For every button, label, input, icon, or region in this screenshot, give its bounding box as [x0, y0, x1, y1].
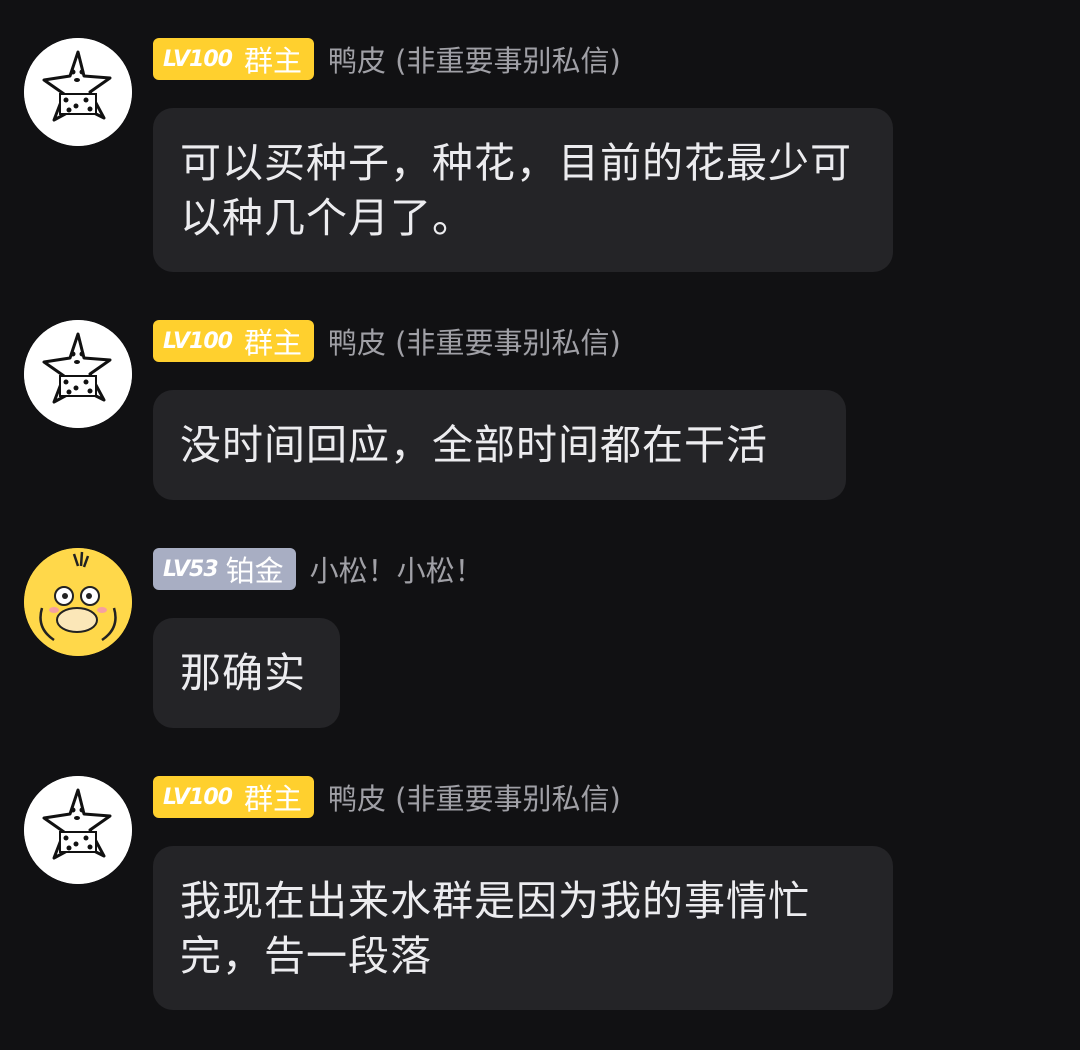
level-badge: LV100 群主 [153, 38, 314, 80]
message-text: 我现在出来水群是因为我的事情忙完，告一段落 [180, 877, 810, 980]
chat-message: LV100 群主 鸭皮 (非重要事别私信) 我现在出来水群是因为我的事情忙完，告… [0, 776, 1080, 1010]
message-header: LV100 群主 鸭皮 (非重要事别私信) [153, 38, 621, 80]
message-bubble[interactable]: 我现在出来水群是因为我的事情忙完，告一段落 [153, 846, 893, 1010]
level-label: LV53 [163, 556, 219, 582]
chat-message: LV100 群主 鸭皮 (非重要事别私信) 可以买种子，种花，目前的花最少可以种… [0, 38, 1080, 272]
level-label: LV100 [163, 328, 233, 354]
user-avatar[interactable] [24, 38, 132, 146]
chat-message-list: LV100 群主 鸭皮 (非重要事别私信) 可以买种子，种花，目前的花最少可以种… [0, 0, 1080, 1050]
message-header: LV100 群主 鸭皮 (非重要事别私信) [153, 320, 621, 362]
level-label: LV100 [163, 784, 233, 810]
message-text: 没时间回应，全部时间都在干活 [180, 421, 768, 469]
starfish-avatar-icon [24, 38, 132, 146]
message-bubble[interactable]: 可以买种子，种花，目前的花最少可以种几个月了。 [153, 108, 893, 272]
starfish-avatar-icon [24, 776, 132, 884]
level-label: LV100 [163, 46, 233, 72]
level-badge: LV53 铂金 [153, 548, 296, 590]
message-text: 可以买种子，种花，目前的花最少可以种几个月了。 [180, 139, 852, 242]
sender-nickname[interactable]: 鸭皮 (非重要事别私信) [328, 320, 621, 362]
user-avatar[interactable] [24, 548, 132, 656]
role-label: 群主 [243, 782, 302, 816]
message-bubble[interactable]: 没时间回应，全部时间都在干活 [153, 390, 846, 500]
chat-message: LV53 铂金 小松！小松！ 那确实 [0, 548, 1080, 728]
psyduck-avatar-icon [24, 548, 132, 656]
message-header: LV100 群主 鸭皮 (非重要事别私信) [153, 776, 621, 818]
user-avatar[interactable] [24, 776, 132, 884]
message-header: LV53 铂金 小松！小松！ [153, 548, 484, 590]
chat-message: LV100 群主 鸭皮 (非重要事别私信) 没时间回应，全部时间都在干活 [0, 320, 1080, 500]
sender-nickname[interactable]: 鸭皮 (非重要事别私信) [328, 776, 621, 818]
level-badge: LV100 群主 [153, 320, 314, 362]
role-label: 铂金 [225, 554, 284, 588]
message-bubble[interactable]: 那确实 [153, 618, 340, 728]
message-text: 那确实 [180, 649, 306, 697]
sender-nickname[interactable]: 鸭皮 (非重要事别私信) [328, 38, 621, 80]
role-label: 群主 [243, 326, 302, 360]
starfish-avatar-icon [24, 320, 132, 428]
role-label: 群主 [243, 44, 302, 78]
user-avatar[interactable] [24, 320, 132, 428]
level-badge: LV100 群主 [153, 776, 314, 818]
sender-nickname[interactable]: 小松！小松！ [310, 548, 484, 590]
